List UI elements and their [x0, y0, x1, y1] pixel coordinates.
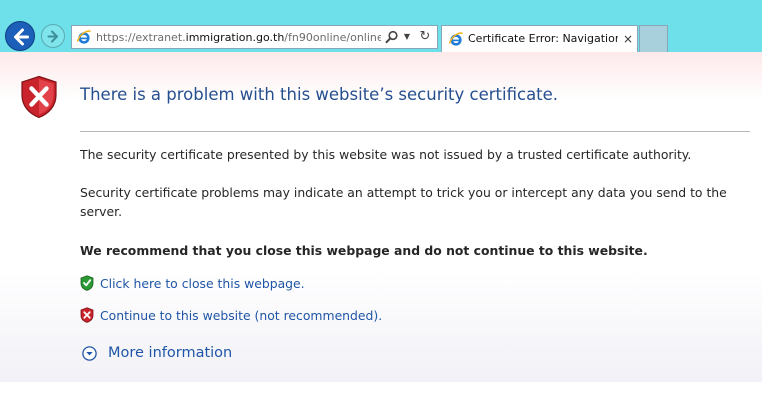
ie-logo-icon — [448, 32, 463, 46]
error-shield-icon — [21, 75, 57, 119]
divider — [80, 131, 750, 132]
url-path: /fn90online/online/ — [284, 31, 381, 44]
refresh-icon[interactable]: ↻ — [417, 29, 433, 45]
error-description: The security certificate presented by th… — [80, 147, 692, 162]
address-bar[interactable]: https://extranet.immigration.go.th/fn90o… — [71, 25, 438, 49]
close-tab-icon[interactable]: × — [622, 31, 634, 47]
back-arrow-icon — [14, 28, 29, 46]
browser-toolbar: https://extranet.immigration.go.th/fn90o… — [0, 0, 762, 52]
page-bottom — [0, 382, 762, 399]
tab-title: Certificate Error: Navigation... — [468, 32, 618, 45]
tab-certificate-error[interactable]: Certificate Error: Navigation... × — [441, 25, 638, 52]
expand-chevron-icon — [82, 346, 97, 361]
certificate-error-page: There is a problem with this website’s s… — [0, 52, 762, 382]
continue-website-link-text[interactable]: Continue to this website (not recommende… — [100, 306, 382, 325]
page-title: There is a problem with this website’s s… — [80, 85, 559, 104]
new-tab-button[interactable] — [639, 25, 668, 52]
close-webpage-link-text[interactable]: Click here to close this webpage. — [100, 274, 305, 293]
ie-logo-icon — [76, 30, 91, 44]
search-icon[interactable] — [385, 30, 399, 44]
more-information-label[interactable]: More information — [108, 343, 232, 363]
warning-description: Security certificate problems may indica… — [80, 185, 727, 219]
url-prefix: https://extranet. — [96, 31, 186, 44]
green-shield-check-icon — [80, 275, 94, 291]
url-text[interactable]: https://extranet.immigration.go.th/fn90o… — [96, 30, 381, 46]
red-shield-x-icon — [80, 307, 94, 323]
recommendation-text: We recommend that you close this webpage… — [80, 243, 648, 258]
back-button[interactable] — [5, 21, 35, 51]
forward-arrow-icon — [47, 30, 58, 43]
forward-button[interactable] — [41, 24, 65, 48]
chevron-down-icon[interactable]: ▼ — [401, 30, 413, 44]
url-domain: immigration.go.th — [185, 31, 285, 44]
